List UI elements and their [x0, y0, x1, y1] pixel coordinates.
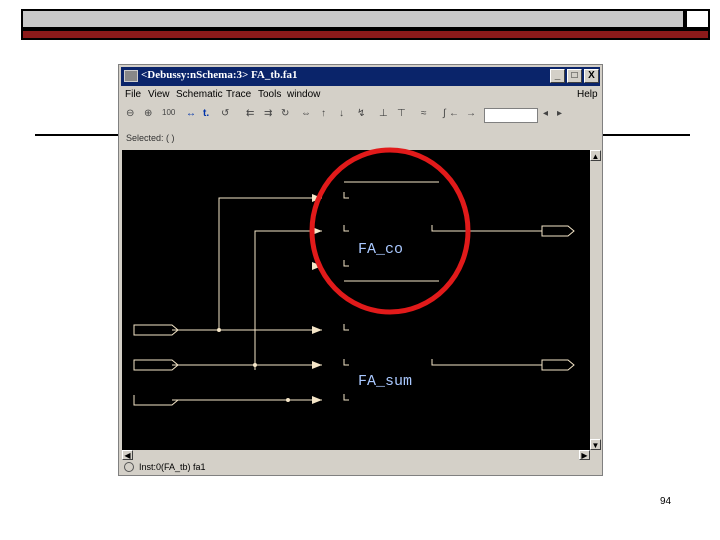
- slide-number: 94: [660, 496, 672, 507]
- annotation-layer: [309, 147, 471, 315]
- highlight-circle: [309, 147, 471, 315]
